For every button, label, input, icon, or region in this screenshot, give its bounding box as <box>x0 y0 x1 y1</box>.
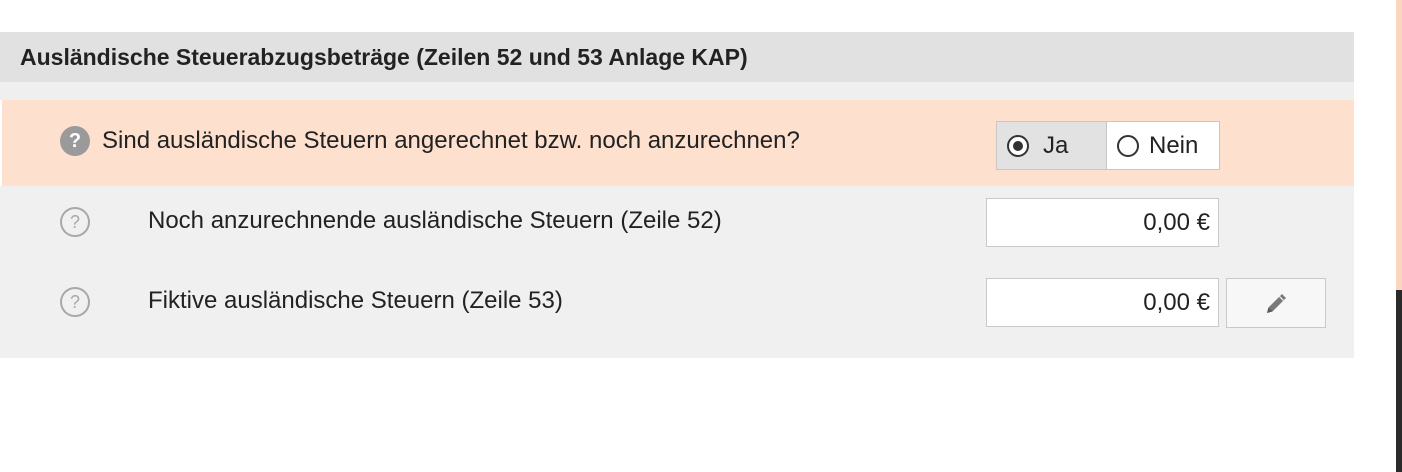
amount-value-zeile-53: 0,00 € <box>1143 288 1210 316</box>
radio-unchecked-icon <box>1117 134 1139 157</box>
help-icon[interactable]: ? <box>60 126 90 156</box>
section-header: Ausländische Steuerabzugsbeträge (Zeilen… <box>0 32 1354 82</box>
page: Ausländische Steuerabzugsbeträge (Zeilen… <box>0 0 1402 472</box>
edit-button[interactable] <box>1226 278 1326 328</box>
section-title: Ausländische Steuerabzugsbeträge (Zeilen… <box>20 43 748 70</box>
question-label: Sind ausländische Steuern angerechnet bz… <box>102 127 800 154</box>
help-icon-glyph: ? <box>69 211 80 232</box>
amount-input-zeile-53[interactable]: 0,00 € <box>986 278 1219 327</box>
amount-value-zeile-52: 0,00 € <box>1143 208 1210 236</box>
help-icon-glyph: ? <box>68 129 82 152</box>
pencil-icon <box>1267 294 1286 313</box>
scrollbar-accent <box>1396 0 1402 290</box>
amount-input-zeile-52[interactable]: 0,00 € <box>986 198 1219 247</box>
help-icon-glyph: ? <box>69 291 80 312</box>
help-icon[interactable]: ? <box>60 207 90 237</box>
radio-checked-icon <box>1007 134 1029 157</box>
section-spacer <box>0 82 1354 100</box>
radio-label-ja: Ja <box>1043 131 1069 159</box>
radio-option-ja[interactable]: Ja <box>997 122 1107 169</box>
scrollbar-thumb[interactable] <box>1396 290 1402 472</box>
help-icon[interactable]: ? <box>60 287 90 317</box>
radio-label-nein: Nein <box>1149 131 1199 159</box>
radio-option-nein[interactable]: Nein <box>1107 122 1219 169</box>
field-label-zeile-53: Fiktive ausländische Steuern (Zeile 53) <box>148 287 563 314</box>
foreign-tax-radio-group: Ja Nein <box>996 121 1220 170</box>
field-label-zeile-52: Noch anzurechnende ausländische Steuern … <box>148 207 722 234</box>
